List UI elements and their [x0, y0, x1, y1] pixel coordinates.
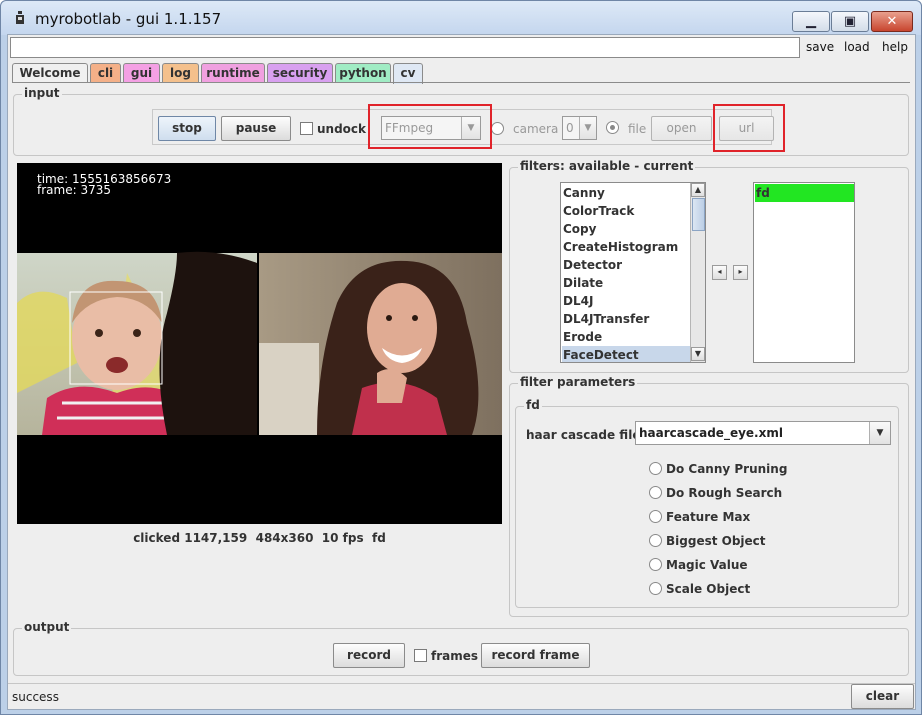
clear-button[interactable]: clear — [851, 684, 914, 709]
open-button[interactable]: open — [651, 116, 712, 141]
robot-app-icon — [13, 10, 27, 26]
filter-parameters-label: filter parameters — [518, 375, 638, 389]
status-bar: success clear — [8, 683, 915, 709]
move-left-arrow-icon[interactable]: ◂ — [712, 265, 727, 280]
filter-item-copy[interactable]: Copy — [562, 220, 690, 238]
option-label-rough-search: Do Rough Search — [666, 486, 783, 500]
video-frame-image — [17, 251, 502, 435]
current-filter-item-fd[interactable]: fd — [755, 184, 854, 202]
red-annotation-box-url — [713, 104, 785, 152]
camera-label: camera — [513, 122, 559, 136]
scroll-down-icon[interactable]: ▼ — [691, 347, 705, 361]
option-label-canny-pruning: Do Canny Pruning — [666, 462, 788, 476]
close-button[interactable]: ✕ — [871, 11, 913, 32]
tab-cli[interactable]: cli — [90, 63, 121, 83]
tab-python[interactable]: python — [335, 63, 391, 83]
video-info-line: clicked 1147,159 484x360 10 fps fd — [17, 531, 502, 545]
active-filter-name: fd — [372, 531, 386, 545]
menu-load[interactable]: load — [844, 40, 870, 54]
filter-item-facedetect[interactable]: FaceDetect — [562, 346, 690, 362]
chevron-down-icon: ▼ — [579, 117, 596, 139]
option-radio-scale-object[interactable] — [649, 582, 662, 595]
camera-index-value: 0 — [566, 121, 574, 135]
output-group-label: output — [22, 620, 72, 634]
fd-parameters-label: fd — [524, 398, 542, 412]
camera-index-select[interactable]: 0 ▼ — [562, 116, 597, 140]
frames-label: frames — [431, 649, 479, 663]
option-label-scale-object: Scale Object — [666, 582, 751, 596]
filters-group-label: filters: available - current — [518, 159, 696, 173]
record-button[interactable]: record — [333, 643, 405, 668]
current-filters-list[interactable]: fd — [753, 182, 855, 363]
video-display[interactable]: time: 1555163856673 frame: 3735 — [17, 163, 502, 524]
maximize-button[interactable]: ▣ — [831, 11, 869, 32]
undock-label: undock — [317, 122, 367, 136]
file-radio[interactable] — [606, 121, 619, 134]
option-radio-canny-pruning[interactable] — [649, 462, 662, 475]
camera-radio[interactable] — [491, 122, 504, 135]
undock-checkbox[interactable] — [300, 122, 313, 135]
menu-help[interactable]: help — [882, 40, 908, 54]
filter-item-detector[interactable]: Detector — [562, 256, 690, 274]
window-title: myrobotlab - gui 1.1.157 — [35, 10, 222, 28]
filter-item-createhistogram[interactable]: CreateHistogram — [562, 238, 690, 256]
haar-cascade-select[interactable]: haarcascade_eye.xml ▼ — [635, 421, 891, 445]
filter-item-colortrack[interactable]: ColorTrack — [562, 202, 690, 220]
pause-button[interactable]: pause — [221, 116, 291, 141]
option-label-feature-max: Feature Max — [666, 510, 751, 524]
tab-gui[interactable]: gui — [123, 63, 160, 83]
filter-item-dl4jtransfer[interactable]: DL4JTransfer — [562, 310, 690, 328]
clicked-label: clicked — [133, 531, 181, 545]
tab-welcome[interactable]: Welcome — [12, 63, 88, 83]
filter-item-erode[interactable]: Erode — [562, 328, 690, 346]
filter-item-canny[interactable]: Canny — [562, 184, 690, 202]
available-filters-list[interactable]: Canny ColorTrack Copy CreateHistogram De… — [560, 182, 706, 363]
input-group-label: input — [22, 86, 62, 100]
app-window: myrobotlab - gui 1.1.157 ▁ ▣ ✕ save load… — [0, 0, 922, 715]
frames-checkbox[interactable] — [414, 649, 427, 662]
haar-cascade-value: haarcascade_eye.xml — [639, 426, 783, 440]
filter-item-dl4j[interactable]: DL4J — [562, 292, 690, 310]
move-right-arrow-icon[interactable]: ▸ — [733, 265, 748, 280]
chevron-down-icon: ▼ — [869, 422, 890, 444]
tab-cv[interactable]: cv — [393, 63, 423, 84]
title-bar[interactable]: myrobotlab - gui 1.1.157 ▁ ▣ ✕ — [1, 1, 921, 35]
option-radio-rough-search[interactable] — [649, 486, 662, 499]
menu-save[interactable]: save — [806, 40, 834, 54]
scroll-thumb[interactable] — [692, 198, 705, 231]
minimize-button[interactable]: ▁ — [792, 11, 830, 32]
video-size: 484x360 — [255, 531, 314, 545]
video-fps: 10 fps — [321, 531, 364, 545]
record-frame-button[interactable]: record frame — [481, 643, 590, 668]
tab-log[interactable]: log — [162, 63, 199, 83]
option-radio-magic-value[interactable] — [649, 558, 662, 571]
file-label: file — [628, 122, 647, 136]
tab-security[interactable]: security — [267, 63, 333, 83]
haar-cascade-label: haar cascade file — [526, 428, 641, 442]
stop-button[interactable]: stop — [158, 116, 216, 141]
option-label-magic-value: Magic Value — [666, 558, 748, 572]
top-input-bar[interactable] — [10, 37, 800, 58]
clicked-value: 1147,159 — [184, 531, 248, 545]
scroll-up-icon[interactable]: ▲ — [691, 183, 705, 197]
option-label-biggest-object: Biggest Object — [666, 534, 766, 548]
client-area: save load help Welcome cli gui log runti… — [7, 34, 916, 710]
option-radio-feature-max[interactable] — [649, 510, 662, 523]
tab-divider — [12, 82, 910, 83]
status-text: success — [12, 690, 59, 704]
filter-item-dilate[interactable]: Dilate — [562, 274, 690, 292]
tab-runtime[interactable]: runtime — [201, 63, 265, 83]
option-radio-biggest-object[interactable] — [649, 534, 662, 547]
red-annotation-box-grabber — [368, 104, 492, 149]
available-filters-scrollbar[interactable]: ▲ ▼ — [690, 183, 705, 362]
